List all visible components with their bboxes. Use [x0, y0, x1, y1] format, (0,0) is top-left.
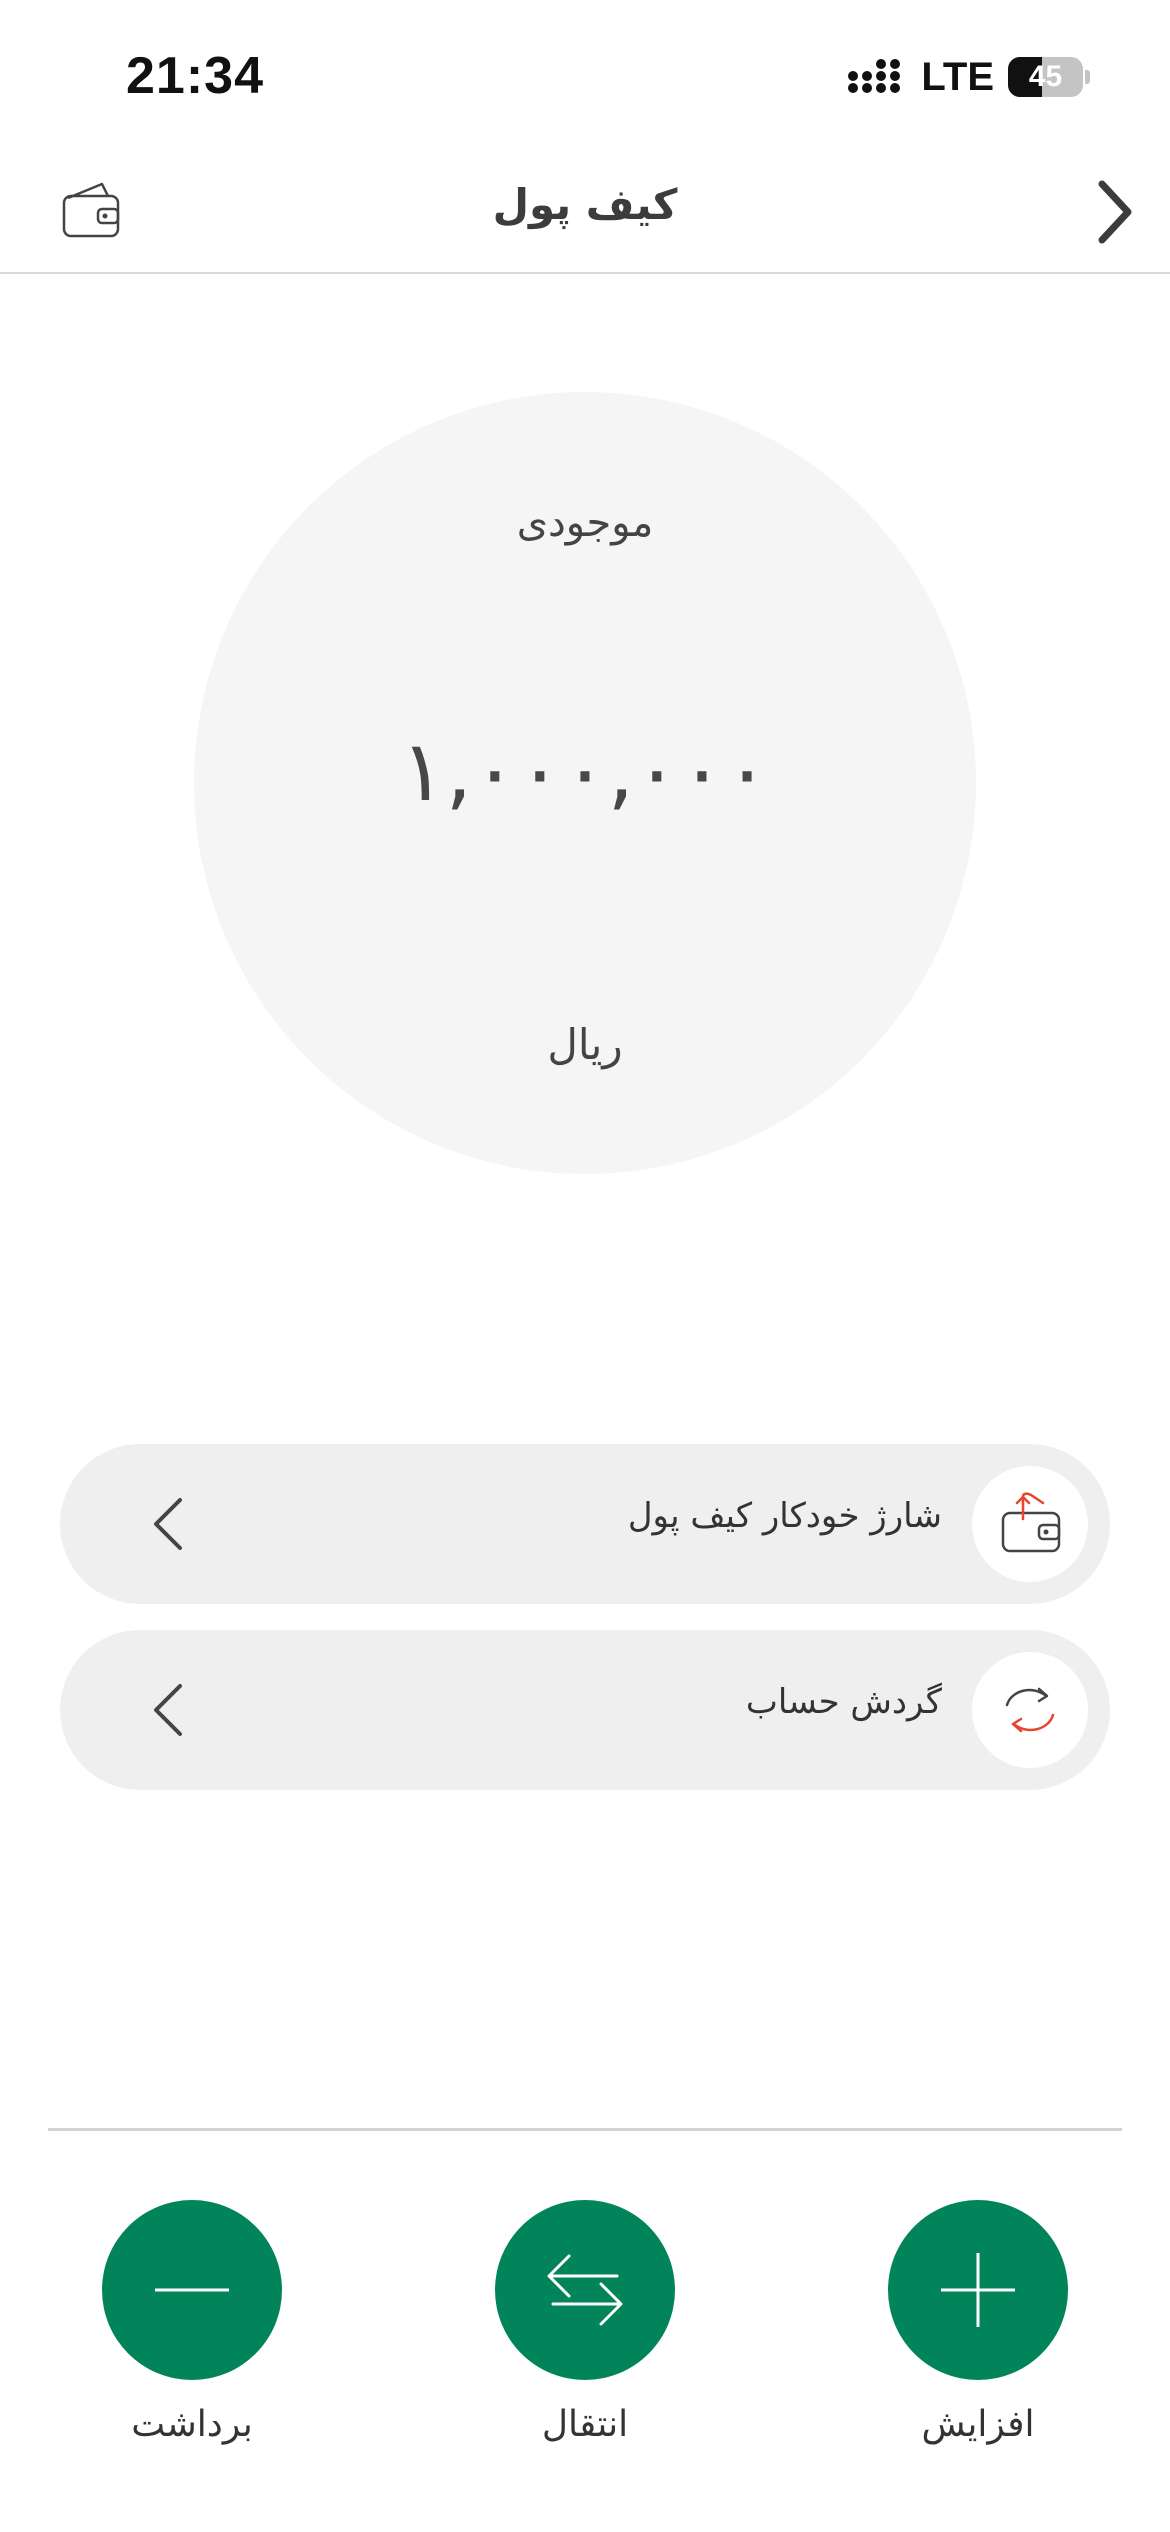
withdraw-button[interactable]	[102, 2200, 282, 2380]
balance-label: موجودی	[516, 500, 654, 546]
page-title: کیف پول	[492, 180, 678, 229]
battery-percentage: 45	[1028, 60, 1063, 93]
status-indicators: LTE 45	[847, 52, 1090, 102]
battery-icon: 45	[1008, 56, 1090, 98]
withdraw-label: برداشت	[131, 2404, 253, 2445]
withdraw-action: برداشت	[82, 2200, 302, 2445]
menu-icon-container	[972, 1466, 1088, 1582]
currency-unit: ریال	[547, 1020, 623, 1069]
add-label: افزایش	[921, 2404, 1035, 2445]
menu-icon-container	[972, 1652, 1088, 1768]
menu-item-auto-charge[interactable]: شارژ خودکار کیف پول	[60, 1444, 1110, 1604]
menu-item-label: شارژ خودکار کیف پول	[627, 1496, 942, 1536]
network-label: LTE	[921, 54, 994, 99]
status-bar: 21:34 LTE 45	[0, 0, 1170, 150]
menu-item-label: گردش حساب	[745, 1682, 942, 1722]
signal-icon	[848, 59, 901, 93]
app-header: کیف پول	[0, 150, 1170, 274]
refresh-cycle-icon	[1005, 1687, 1055, 1733]
menu-item-account-history[interactable]: گردش حساب	[60, 1630, 1110, 1790]
status-time: 21:34	[126, 47, 264, 105]
divider	[48, 2128, 1122, 2131]
wallet-auto-charge-icon	[1001, 1492, 1061, 1553]
transfer-label: انتقال	[541, 2404, 629, 2445]
chevron-right-icon[interactable]	[1084, 172, 1144, 252]
minus-icon	[155, 2288, 229, 2292]
chevron-left-icon	[154, 1498, 182, 1550]
transfer-action: انتقال	[475, 2200, 695, 2445]
balance-amount: ۱,۰۰۰,۰۰۰	[400, 722, 770, 820]
transfer-arrows-icon	[547, 2254, 623, 2326]
add-action: افزایش	[868, 2200, 1088, 2445]
transfer-button[interactable]	[495, 2200, 675, 2380]
plus-icon	[941, 2253, 1015, 2327]
chevron-left-icon	[154, 1684, 182, 1736]
add-button[interactable]	[888, 2200, 1068, 2380]
balance-card: موجودی ۱,۰۰۰,۰۰۰ ریال	[194, 392, 976, 1174]
